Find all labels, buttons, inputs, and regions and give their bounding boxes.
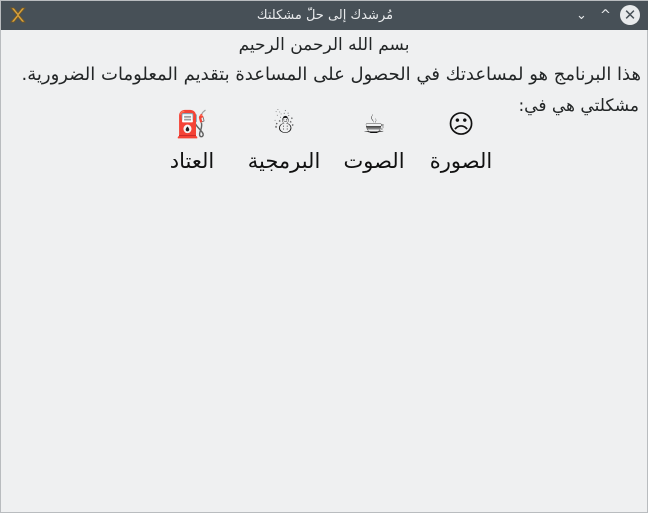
option-sound-label: الصوت (343, 149, 405, 173)
option-software-button[interactable]: ☃ البرمجية (239, 108, 329, 174)
title-bar[interactable]: مُرشدك إلى حلّ مشكلتك ⌄ ^ ✕ (1, 1, 648, 30)
snowman-icon: ☃ (272, 110, 296, 140)
option-hardware-button[interactable]: ⛽ العتاد (147, 108, 237, 174)
fuel-pump-icon: ⛽ (175, 110, 209, 140)
sad-face-icon: ☹ (447, 110, 475, 140)
option-software-label: البرمجية (247, 149, 321, 173)
maximize-button[interactable]: ^ (595, 5, 616, 26)
description-text: هذا البرنامج هو لمساعدتك في الحصول على ا… (21, 64, 642, 85)
option-image-button[interactable]: ☹ الصورة (416, 108, 506, 174)
option-hardware-label: العتاد (169, 149, 215, 173)
window-title: مُرشدك إلى حلّ مشكلتك (256, 8, 394, 23)
question-label: مشكلتي هي في: (518, 96, 639, 116)
basmala-text: بسم الله الرحمن الرحيم (238, 35, 410, 55)
app-window: مُرشدك إلى حلّ مشكلتك ⌄ ^ ✕ بسم الله الر… (0, 0, 648, 513)
option-image-label: الصورة (429, 149, 493, 173)
option-sound-button[interactable]: ☕ الصوت (329, 108, 419, 174)
minimize-button[interactable]: ⌄ (571, 5, 592, 26)
hot-beverage-icon: ☕ (362, 110, 386, 140)
close-button[interactable]: ✕ (620, 5, 640, 25)
